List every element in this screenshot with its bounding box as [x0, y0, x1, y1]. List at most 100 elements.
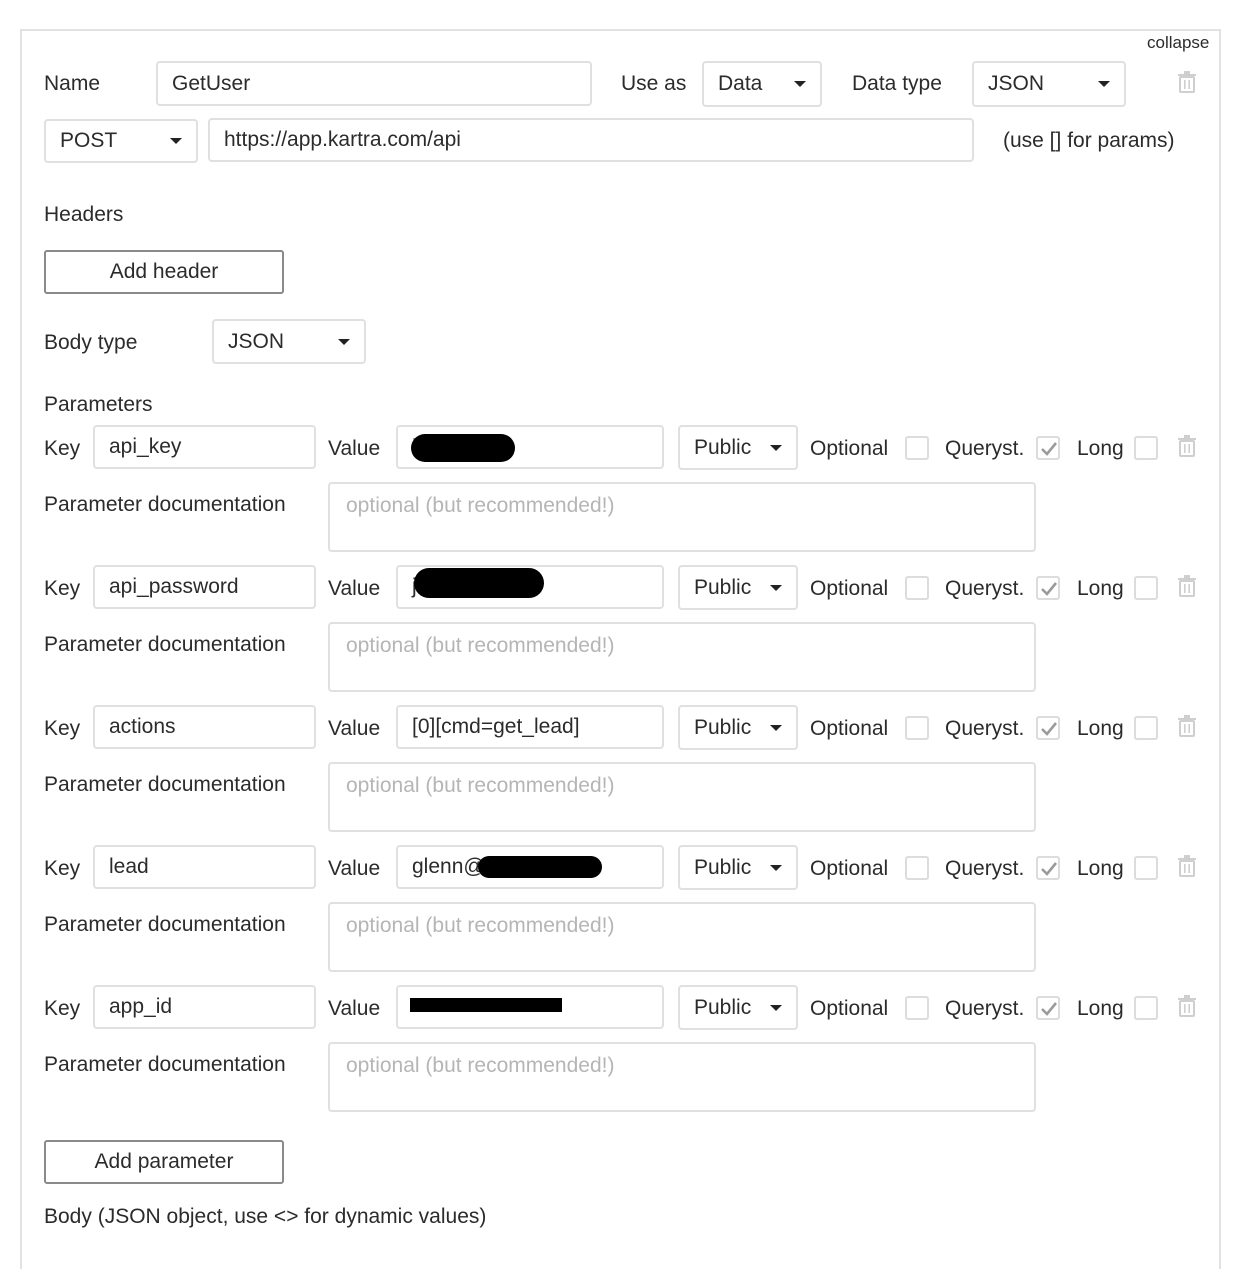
delete-parameter-trash-icon[interactable] — [1177, 995, 1197, 1017]
chevron-down-icon — [770, 864, 782, 871]
long-checkbox[interactable] — [1134, 996, 1158, 1020]
optional-checkbox[interactable] — [905, 716, 929, 740]
param-privacy-select[interactable]: Public — [678, 845, 798, 890]
redaction-mark — [414, 568, 544, 598]
name-input[interactable]: GetUser — [156, 61, 592, 106]
delete-call-trash-icon[interactable] — [1177, 71, 1197, 93]
value-label: Value — [328, 857, 381, 880]
param-key-input[interactable]: app_id — [93, 985, 316, 1029]
long-label: Long — [1077, 997, 1124, 1020]
long-label: Long — [1077, 857, 1124, 880]
param-doc-textarea[interactable]: optional (but recommended!) — [328, 622, 1036, 692]
method-select[interactable]: POST — [44, 119, 198, 163]
long-label: Long — [1077, 717, 1124, 740]
param-privacy-value: Public — [694, 435, 752, 459]
queryst-checkbox[interactable] — [1036, 856, 1060, 880]
param-doc-placeholder: optional (but recommended!) — [346, 774, 615, 797]
headers-title: Headers — [44, 203, 124, 226]
use-as-value: Data — [718, 72, 763, 95]
param-doc-textarea[interactable]: optional (but recommended!) — [328, 762, 1036, 832]
param-key-input[interactable]: api_password — [93, 565, 316, 609]
chevron-down-icon — [170, 138, 182, 144]
optional-label: Optional — [810, 437, 889, 460]
key-label: Key — [44, 717, 81, 740]
param-value-input[interactable]: [0][cmd=get_lead] — [396, 705, 664, 749]
param-doc-label: Parameter documentation — [44, 633, 286, 656]
param-key-input[interactable]: lead — [93, 845, 316, 889]
param-privacy-select[interactable]: Public — [678, 565, 798, 610]
value-label: Value — [328, 717, 381, 740]
key-label: Key — [44, 577, 81, 600]
value-label: Value — [328, 577, 381, 600]
param-doc-placeholder: optional (but recommended!) — [346, 1054, 615, 1077]
param-value-text: glenn@ — [412, 855, 485, 878]
use-as-select[interactable]: Data — [702, 61, 822, 107]
chevron-down-icon — [794, 81, 806, 87]
key-label: Key — [44, 857, 81, 880]
param-key-value: lead — [109, 855, 149, 878]
param-key-input[interactable]: actions — [93, 705, 316, 749]
long-label: Long — [1077, 577, 1124, 600]
method-value: POST — [60, 129, 118, 152]
chevron-down-icon — [770, 1004, 782, 1011]
optional-checkbox[interactable] — [905, 996, 929, 1020]
chevron-down-icon — [770, 584, 782, 591]
body-type-select[interactable]: JSON — [212, 319, 366, 364]
redaction-mark — [478, 856, 602, 878]
body-label: Body (JSON object, use <> for dynamic va… — [44, 1205, 487, 1228]
data-type-select[interactable]: JSON — [972, 61, 1126, 107]
param-key-value: api_password — [109, 575, 239, 598]
long-checkbox[interactable] — [1134, 436, 1158, 460]
optional-label: Optional — [810, 997, 889, 1020]
long-label: Long — [1077, 437, 1124, 460]
param-doc-placeholder: optional (but recommended!) — [346, 634, 615, 657]
optional-checkbox[interactable] — [905, 576, 929, 600]
data-type-label: Data type — [852, 72, 942, 95]
url-hint: (use [] for params) — [1003, 129, 1175, 152]
value-label: Value — [328, 997, 381, 1020]
queryst-checkbox[interactable] — [1036, 996, 1060, 1020]
long-checkbox[interactable] — [1134, 716, 1158, 740]
long-checkbox[interactable] — [1134, 856, 1158, 880]
param-doc-placeholder: optional (but recommended!) — [346, 914, 615, 937]
param-doc-textarea[interactable]: optional (but recommended!) — [328, 482, 1036, 552]
use-as-label: Use as — [621, 72, 687, 95]
param-key-input[interactable]: api_key — [93, 425, 316, 469]
chevron-down-icon — [770, 724, 782, 731]
param-privacy-select[interactable]: Public — [678, 425, 798, 470]
optional-checkbox[interactable] — [905, 856, 929, 880]
param-key-value: actions — [109, 715, 176, 738]
param-key-value: api_key — [109, 435, 182, 458]
delete-parameter-trash-icon[interactable] — [1177, 715, 1197, 737]
optional-label: Optional — [810, 857, 889, 880]
queryst-checkbox[interactable] — [1036, 716, 1060, 740]
param-doc-textarea[interactable]: optional (but recommended!) — [328, 902, 1036, 972]
name-input-value: GetUser — [172, 71, 251, 95]
delete-parameter-trash-icon[interactable] — [1177, 855, 1197, 877]
queryst-checkbox[interactable] — [1036, 576, 1060, 600]
param-doc-label: Parameter documentation — [44, 913, 286, 936]
optional-label: Optional — [810, 577, 889, 600]
param-doc-placeholder: optional (but recommended!) — [346, 494, 615, 517]
long-checkbox[interactable] — [1134, 576, 1158, 600]
chevron-down-icon — [338, 338, 350, 345]
redaction-mark — [411, 434, 515, 462]
queryst-label: Queryst. — [945, 717, 1025, 740]
optional-checkbox[interactable] — [905, 436, 929, 460]
param-doc-textarea[interactable]: optional (but recommended!) — [328, 1042, 1036, 1112]
param-privacy-value: Public — [694, 575, 752, 599]
delete-parameter-trash-icon[interactable] — [1177, 575, 1197, 597]
delete-parameter-trash-icon[interactable] — [1177, 435, 1197, 457]
add-parameter-button[interactable]: Add parameter — [44, 1140, 284, 1184]
body-type-value: JSON — [228, 329, 285, 353]
redaction-mark — [410, 998, 562, 1012]
url-input[interactable]: https://app.kartra.com/api — [208, 118, 974, 162]
collapse-link[interactable]: collapse — [1147, 33, 1209, 53]
add-header-button[interactable]: Add header — [44, 250, 284, 294]
param-doc-label: Parameter documentation — [44, 493, 286, 516]
queryst-checkbox[interactable] — [1036, 436, 1060, 460]
optional-label: Optional — [810, 717, 889, 740]
param-privacy-select[interactable]: Public — [678, 705, 798, 750]
param-privacy-select[interactable]: Public — [678, 985, 798, 1030]
url-input-value: https://app.kartra.com/api — [224, 128, 461, 151]
